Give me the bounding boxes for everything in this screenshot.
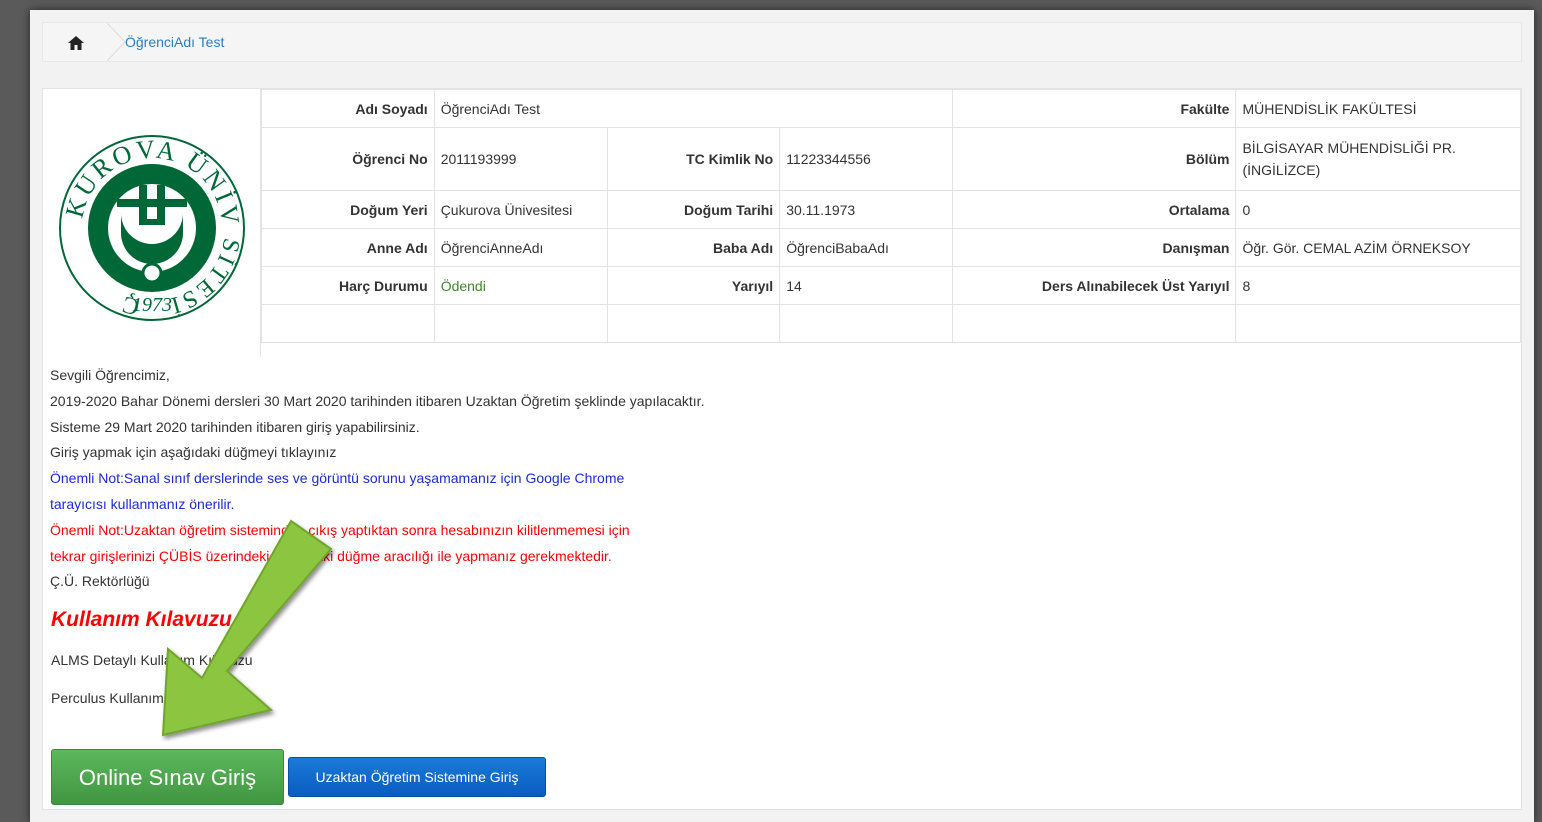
gpa-value: 0: [1235, 190, 1521, 229]
name-value: ÖğrenciAdı Test: [433, 89, 954, 128]
empty-cell: [606, 304, 781, 343]
department-value: BİLGİSAYAR MÜHENDİSLİĞİ PR. (İNGİLİZCE): [1235, 127, 1521, 191]
remote-learning-button[interactable]: Uzaktan Öğretim Sistemine Giriş: [288, 757, 546, 797]
empty-cell: [1235, 304, 1521, 343]
notice-line: 2019-2020 Bahar Dönemi dersleri 30 Mart …: [50, 392, 705, 409]
department-label: Bölüm: [952, 127, 1237, 191]
guide-title: Kullanım Kılavuzu: [51, 608, 232, 631]
advisor-value: Öğr. Gör. CEMAL AZİM ÖRNEKSOY: [1235, 228, 1521, 267]
home-icon[interactable]: [67, 34, 85, 52]
tc-value: 11223344556: [779, 127, 954, 191]
empty-cell: [261, 304, 435, 343]
breadcrumb: ÖğrenciAdı Test: [42, 22, 1522, 62]
empty-cell: [952, 304, 1237, 343]
gpa-label: Ortalama: [952, 190, 1237, 229]
tc-label: TC Kimlik No: [606, 127, 781, 191]
department-line2: (İNGİLİZCE): [1242, 162, 1321, 178]
fee-label: Harç Durumu: [261, 266, 435, 305]
student-no-label: Öğrenci No: [261, 127, 435, 191]
alms-guide-link[interactable]: ALMS Detaylı Kullanım Kılavuzu: [51, 652, 253, 668]
breadcrumb-current[interactable]: ÖğrenciAdı Test: [125, 34, 224, 50]
father-value: ÖğrenciBabaAdı: [779, 228, 954, 267]
father-label: Baba Adı: [606, 228, 781, 267]
greeting: Sevgili Öğrencimiz,: [50, 367, 170, 383]
mother-value: ÖğrenciAnneAdı: [433, 228, 608, 267]
online-exam-button[interactable]: Online Sınav Giriş: [51, 749, 284, 805]
announcement: Sevgili Öğrencimiz, 2019-2020 Bahar Döne…: [50, 363, 704, 595]
name-label: Adı Soyadı: [261, 89, 435, 128]
term-label: Yarıyıl: [606, 266, 781, 305]
max-term-label: Ders Alınabilecek Üst Yarıyıl: [952, 266, 1237, 305]
fee-status: Ödendi: [433, 266, 608, 305]
faculty-value: MÜHENDİSLİK FAKÜLTESİ: [1235, 89, 1521, 128]
chrome-note-cont: tarayıcısı kullanmanız önerilir.: [50, 495, 235, 512]
student-no-value: 2011193999: [433, 127, 608, 191]
birthdate-label: Doğum Tarihi: [606, 190, 781, 229]
notice-line: Giriş yapmak için aşağıdaki düğmeyi tıkl…: [50, 444, 337, 461]
notice-line: Sisteme 29 Mart 2020 tarihinden itibaren…: [50, 418, 420, 435]
empty-cell: [433, 304, 608, 343]
student-panel: KUROVA ÜNİVER Ç SİTESİ 1973 Adı Soyadı Ö…: [42, 88, 1522, 810]
signature: Ç.Ü. Rektörlüğü: [50, 573, 150, 590]
birthplace-label: Doğum Yeri: [261, 190, 435, 229]
faculty-label: Fakülte: [952, 89, 1237, 128]
perculus-guide-link[interactable]: Perculus Kullanım Kılavuzu: [51, 690, 221, 706]
term-value: 14: [779, 266, 954, 305]
chrome-note: Önemli Not:Sanal sınıf derslerinde ses v…: [50, 470, 625, 487]
logo-year: 1973: [132, 294, 172, 316]
mother-label: Anne Adı: [261, 228, 435, 267]
lock-warning: Önemli Not:Uzaktan öğretim sisteminden ç…: [50, 521, 630, 538]
student-info-table: Adı Soyadı ÖğrenciAdı Test Fakülte MÜHEN…: [261, 89, 1521, 343]
department-line1: BİLGİSAYAR MÜHENDİSLİĞİ PR.: [1242, 140, 1456, 156]
birthdate-value: 30.11.1973: [779, 190, 954, 229]
max-term-value: 8: [1235, 266, 1521, 305]
empty-cell: [779, 304, 954, 343]
advisor-label: Danışman: [952, 228, 1237, 267]
logo-cell: KUROVA ÜNİVER Ç SİTESİ 1973: [43, 89, 261, 357]
birthplace-value: Çukurova Ünivesitesi: [433, 190, 608, 229]
university-logo: KUROVA ÜNİVER Ç SİTESİ 1973: [57, 133, 245, 321]
lock-warning-cont: tekrar girişlerinizi ÇÜBİS üzerindeki aş…: [50, 547, 612, 564]
